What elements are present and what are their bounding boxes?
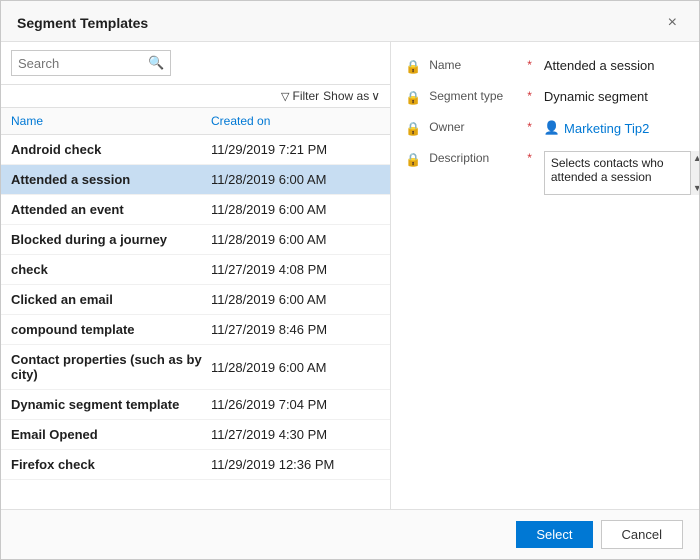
filter-icon: ▽ (281, 90, 289, 103)
column-name-header[interactable]: Name (11, 114, 211, 128)
list-item[interactable]: compound template11/27/2019 8:46 PM (1, 315, 390, 345)
list-item[interactable]: Blocked during a journey11/28/2019 6:00 … (1, 225, 390, 255)
item-name: Email Opened (11, 427, 211, 442)
column-created-header[interactable]: Created on (211, 114, 270, 128)
filter-label: Filter (293, 89, 320, 103)
detail-owner-label: Owner (429, 120, 519, 134)
detail-segment-type-label: Segment type (429, 89, 519, 103)
cancel-button[interactable]: Cancel (601, 520, 683, 549)
search-icon-button[interactable]: 🔍 (142, 51, 170, 75)
item-date: 11/28/2019 6:00 AM (211, 232, 326, 247)
item-date: 11/28/2019 6:00 AM (211, 202, 326, 217)
list-item[interactable]: check11/27/2019 4:08 PM (1, 255, 390, 285)
select-button[interactable]: Select (516, 521, 592, 548)
detail-segment-type-value: Dynamic segment (544, 89, 648, 104)
item-date: 11/29/2019 7:21 PM (211, 142, 327, 157)
list-item[interactable]: Clicked an email11/28/2019 6:00 AM (1, 285, 390, 315)
item-name: Contact properties (such as by city) (11, 352, 211, 382)
lock-icon-segment: 🔒 (405, 90, 421, 106)
dialog-title: Segment Templates (17, 15, 148, 31)
lock-icon-owner: 🔒 (405, 121, 421, 137)
list-item[interactable]: Email Opened11/27/2019 4:30 PM (1, 420, 390, 450)
list-item[interactable]: Contact properties (such as by city)11/2… (1, 345, 390, 390)
required-asterisk-segment: * (527, 89, 532, 103)
list-item[interactable]: Android check11/29/2019 7:21 PM (1, 135, 390, 165)
required-asterisk-description: * (527, 151, 532, 165)
detail-description-row: 🔒 Description * Selects contacts who att… (405, 151, 699, 195)
show-as-button[interactable]: Show as ∨ (323, 89, 380, 103)
dialog-header: Segment Templates × (1, 1, 699, 42)
detail-name-label: Name (429, 58, 519, 72)
show-as-label: Show as (323, 89, 369, 103)
list-item[interactable]: Attended a session11/28/2019 6:00 AM (1, 165, 390, 195)
left-panel: 🔍 ▽ Filter Show as ∨ Name Created on (1, 42, 391, 509)
item-name: compound template (11, 322, 211, 337)
detail-description-value: Selects contacts who attended a session (544, 151, 699, 195)
detail-name-row: 🔒 Name * Attended a session (405, 58, 699, 75)
item-date: 11/29/2019 12:36 PM (211, 457, 334, 472)
right-panel: 🔒 Name * Attended a session 🔒 Segment ty… (391, 42, 699, 509)
lock-icon-description: 🔒 (405, 152, 421, 168)
detail-owner-row: 🔒 Owner * 👤 Marketing Tip2 (405, 120, 699, 137)
scroll-down-arrow[interactable]: ▼ (691, 181, 699, 195)
item-name: check (11, 262, 211, 277)
list-item[interactable]: Firefox check11/29/2019 12:36 PM (1, 450, 390, 480)
detail-segment-type-row: 🔒 Segment type * Dynamic segment (405, 89, 699, 106)
list-item[interactable]: Dynamic segment template11/26/2019 7:04 … (1, 390, 390, 420)
required-asterisk-owner: * (527, 120, 532, 134)
item-date: 11/26/2019 7:04 PM (211, 397, 327, 412)
search-input[interactable] (12, 52, 142, 75)
item-name: Blocked during a journey (11, 232, 211, 247)
close-button[interactable]: × (662, 13, 683, 33)
description-text: Selects contacts who attended a session (551, 156, 664, 184)
search-area: 🔍 (1, 42, 390, 85)
item-name: Dynamic segment template (11, 397, 211, 412)
owner-name-link[interactable]: Marketing Tip2 (564, 121, 649, 136)
description-scrollbar: ▲ ▼ (690, 151, 699, 195)
detail-name-value: Attended a session (544, 58, 655, 73)
dialog-body: 🔍 ▽ Filter Show as ∨ Name Created on (1, 42, 699, 509)
filter-button[interactable]: ▽ Filter (281, 89, 319, 103)
detail-owner-value: 👤 Marketing Tip2 (544, 120, 649, 136)
column-headers: Name Created on (1, 108, 390, 135)
chevron-down-icon: ∨ (371, 89, 380, 103)
segment-templates-dialog: Segment Templates × 🔍 ▽ Filter (0, 0, 700, 560)
person-icon: 👤 (544, 120, 560, 136)
item-name: Attended an event (11, 202, 211, 217)
detail-description-label: Description (429, 151, 519, 165)
required-asterisk-name: * (527, 58, 532, 72)
item-date: 11/28/2019 6:00 AM (211, 292, 326, 307)
lock-icon-name: 🔒 (405, 59, 421, 75)
search-box: 🔍 (11, 50, 171, 76)
dialog-footer: Select Cancel (1, 509, 699, 559)
top-bar: ▽ Filter Show as ∨ (1, 85, 390, 108)
item-date: 11/27/2019 4:08 PM (211, 262, 327, 277)
item-name: Attended a session (11, 172, 211, 187)
item-name: Android check (11, 142, 211, 157)
item-date: 11/28/2019 6:00 AM (211, 172, 326, 187)
item-name: Clicked an email (11, 292, 211, 307)
item-date: 11/27/2019 4:30 PM (211, 427, 327, 442)
item-date: 11/28/2019 6:00 AM (211, 360, 326, 375)
item-name: Firefox check (11, 457, 211, 472)
item-date: 11/27/2019 8:46 PM (211, 322, 327, 337)
search-icon: 🔍 (148, 55, 164, 70)
list-item[interactable]: Attended an event11/28/2019 6:00 AM (1, 195, 390, 225)
template-list: Android check11/29/2019 7:21 PMAttended … (1, 135, 390, 509)
scroll-up-arrow[interactable]: ▲ (691, 151, 699, 165)
